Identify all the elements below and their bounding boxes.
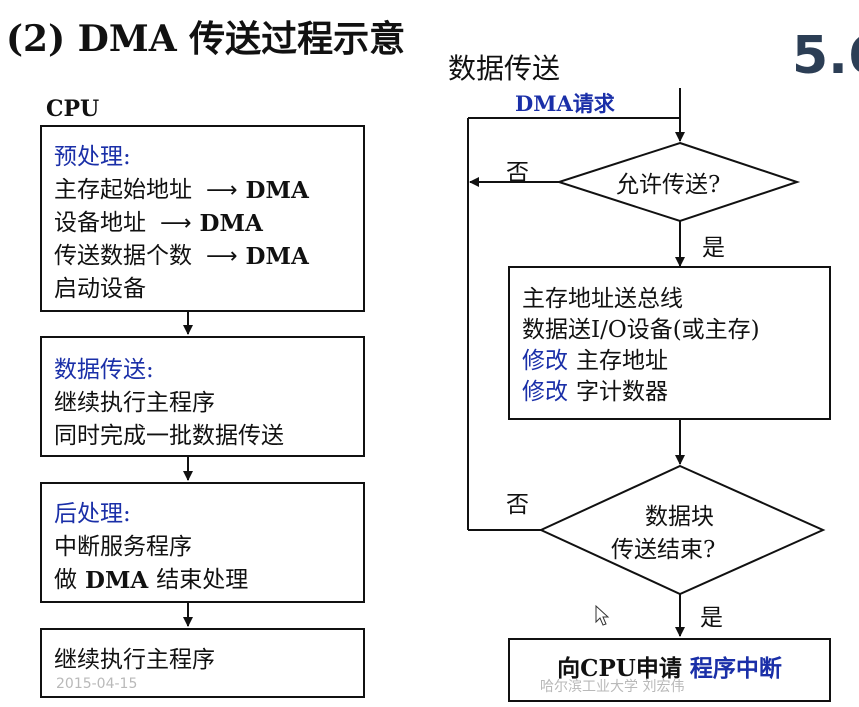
watermark-author: 哈尔滨工业大学 刘宏伟 (540, 679, 685, 695)
postprocess-suffix: 结束处理 (156, 567, 249, 593)
right-arrow-icon: ⟶ (206, 178, 238, 203)
transfer-line: 继续执行主程序 (54, 390, 215, 416)
right-arrow-icon: ⟶ (206, 244, 238, 269)
transfer-box: 数据传送: 继续执行主程序 同时完成一批数据传送 (40, 336, 365, 457)
allow-decision-text: 允许传送? (616, 172, 721, 198)
process-line: 修改 主存地址 (522, 346, 817, 377)
process-line: 修改 字计数器 (522, 377, 817, 408)
no-label-allow: 否 (506, 160, 529, 186)
yes-label-allow: 是 (702, 235, 725, 261)
process-line: 数据送I/O设备(或主存) (522, 317, 760, 343)
preprocess-box: 预处理: 主存起始地址 ⟶ DMA 设备地址 ⟶ DMA 传送数据个数 ⟶ DM… (40, 125, 365, 312)
preprocess-line-text: 设备地址 (54, 210, 146, 236)
transfer-line: 同时完成一批数据传送 (54, 423, 284, 449)
preprocess-line: 设备地址 ⟶ DMA (54, 207, 351, 240)
preprocess-heading: 预处理: (54, 144, 131, 170)
process-line: 主存地址送总线 (522, 286, 683, 312)
end-decision-line1: 数据块 (645, 504, 714, 530)
watermark-date: 2015-04-15 (56, 676, 138, 692)
end-decision-line2: 传送结束? (611, 537, 716, 563)
preprocess-line: 主存起始地址 ⟶ DMA (54, 174, 351, 207)
postprocess-line: 中断服务程序 (54, 534, 192, 560)
final-flow-highlight: 程序中断 (689, 655, 782, 682)
right-arrow-icon: ⟶ (160, 211, 192, 236)
process-rest: 字计数器 (576, 379, 668, 405)
preprocess-line-target: DMA (199, 210, 263, 237)
process-keyword: 修改 (522, 379, 568, 405)
flow-title: 数据传送 (448, 52, 561, 85)
preprocess-line-text: 主存起始地址 (54, 177, 192, 203)
page-title: (2) DMA 传送过程示意 (6, 18, 406, 60)
section-number: 5.6 (792, 26, 859, 86)
process-keyword: 修改 (522, 348, 568, 374)
preprocess-line: 启动设备 (54, 273, 351, 306)
postprocess-prefix: 做 (54, 567, 77, 593)
no-label-end: 否 (506, 492, 529, 518)
final-cpu-text: 继续执行主程序 (54, 647, 215, 673)
postprocess-line: 做 DMA 结束处理 (54, 564, 351, 597)
preprocess-line-text: 启动设备 (54, 276, 146, 302)
transfer-heading: 数据传送: (54, 357, 154, 383)
mouse-cursor-icon (595, 604, 610, 626)
postprocess-dma: DMA (85, 567, 149, 594)
preprocess-line-target: DMA (245, 243, 309, 270)
process-rest: 主存地址 (576, 348, 668, 374)
dma-request-label: DMA请求 (515, 91, 615, 116)
preprocess-line: 传送数据个数 ⟶ DMA (54, 240, 351, 273)
process-box: 主存地址送总线 数据送I/O设备(或主存) 修改 主存地址 修改 字计数器 (508, 266, 831, 420)
preprocess-line-target: DMA (245, 177, 309, 204)
cpu-label: CPU (46, 96, 100, 122)
preprocess-line-text: 传送数据个数 (54, 243, 192, 269)
postprocess-box: 后处理: 中断服务程序 做 DMA 结束处理 (40, 482, 365, 603)
yes-label-end: 是 (700, 605, 723, 631)
postprocess-heading: 后处理: (54, 501, 131, 527)
